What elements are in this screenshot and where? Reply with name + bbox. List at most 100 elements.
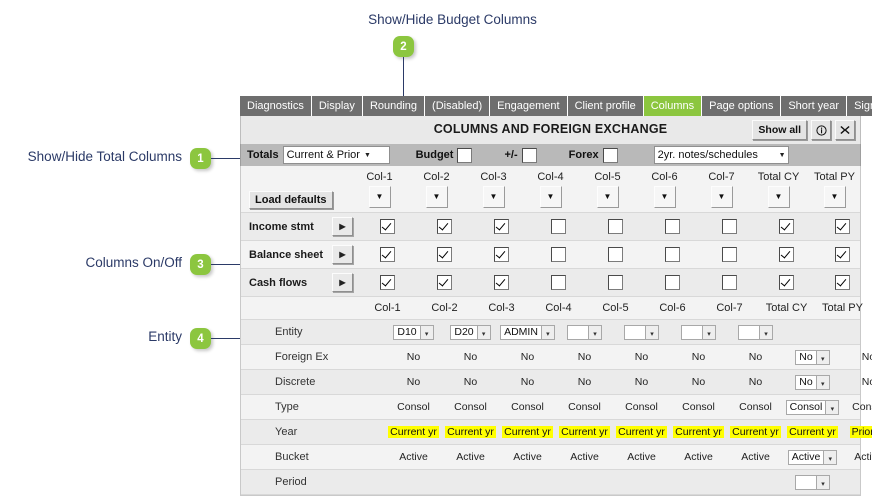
attribute-value-text bbox=[567, 324, 588, 340]
totals-select[interactable]: Current & Prior ▼ bbox=[282, 146, 390, 164]
attribute-value-select[interactable]: ▾ bbox=[738, 324, 773, 340]
load-defaults-button[interactable]: Load defaults bbox=[249, 190, 333, 209]
column-enable-checkbox[interactable] bbox=[835, 219, 850, 234]
attribute-value-select[interactable]: No ▾ bbox=[795, 349, 830, 365]
column-enable-checkbox[interactable] bbox=[722, 275, 737, 290]
column-enable-checkbox[interactable] bbox=[551, 247, 566, 262]
statement-row-label-cell: Balance sheet ▶ bbox=[241, 245, 359, 264]
column-enable-checkbox[interactable] bbox=[835, 247, 850, 262]
expand-row-button[interactable]: ▶ bbox=[332, 217, 353, 236]
attribute-value-select[interactable]: Consol ▾ bbox=[785, 399, 840, 415]
tab-short-year[interactable]: Short year bbox=[781, 96, 848, 116]
attribute-value-text: No bbox=[463, 351, 478, 363]
attribute-value-select[interactable]: ▾ bbox=[624, 324, 659, 340]
columns-grid: Load defaults Col-1 ▼ Col-2 ▼ Col-3 ▼ Col-4 ▼ Col… bbox=[240, 166, 872, 496]
column-enable-checkbox[interactable] bbox=[835, 275, 850, 290]
expand-row-button[interactable]: ▶ bbox=[332, 245, 353, 264]
attribute-value-select[interactable]: ▾ bbox=[567, 324, 602, 340]
attribute-value-select[interactable]: ▾ bbox=[681, 324, 716, 340]
column-menu-button[interactable]: ▼ bbox=[368, 185, 391, 208]
attribute-value-text: No bbox=[795, 349, 816, 365]
close-icon[interactable] bbox=[835, 120, 855, 140]
column-enable-checkbox[interactable] bbox=[722, 247, 737, 262]
column-menu-button[interactable]: ▼ bbox=[482, 185, 505, 208]
notes-schedules-value: 2yr. notes/schedules bbox=[657, 149, 758, 161]
attribute-value-select[interactable]: ADMIN ▾ bbox=[500, 324, 555, 340]
attribute-value-text: Active bbox=[513, 451, 542, 463]
column-enable-checkbox[interactable] bbox=[779, 219, 794, 234]
column-menu-button[interactable]: ▼ bbox=[596, 185, 619, 208]
column-enable-checkbox[interactable] bbox=[494, 219, 509, 234]
column-header-label: Col-1 bbox=[374, 302, 401, 314]
attribute-value-select[interactable]: ▾ bbox=[795, 474, 830, 490]
column-enable-checkbox[interactable] bbox=[779, 247, 794, 262]
callout-label-3: Columns On/Off bbox=[85, 255, 182, 270]
column-enable-checkbox[interactable] bbox=[437, 275, 452, 290]
attribute-value-text: No bbox=[748, 376, 763, 388]
attribute-row: Type Consol Consol Consol Consol Consol Consol… bbox=[241, 395, 872, 420]
forex-checkbox[interactable] bbox=[602, 147, 618, 163]
tab-client-profile[interactable]: Client profile bbox=[567, 96, 644, 116]
statement-toggle-row: Income stmt ▶ bbox=[241, 213, 860, 241]
column-enable-checkbox[interactable] bbox=[665, 275, 680, 290]
column-menu-button[interactable]: ▼ bbox=[425, 185, 448, 208]
column-enable-checkbox[interactable] bbox=[665, 247, 680, 262]
column-header-label: Total PY bbox=[814, 170, 855, 183]
attribute-value-text: Current yr bbox=[445, 426, 496, 438]
column-enable-checkbox[interactable] bbox=[608, 275, 623, 290]
chevron-down-icon: ▾ bbox=[816, 474, 830, 490]
column-enable-checkbox[interactable] bbox=[494, 275, 509, 290]
tab-display[interactable]: Display bbox=[311, 96, 363, 116]
column-menu-button[interactable]: ▼ bbox=[767, 185, 790, 208]
column-enable-checkbox[interactable] bbox=[551, 219, 566, 234]
attribute-value-text: No bbox=[634, 351, 649, 363]
chevron-down-icon: ▾ bbox=[825, 399, 840, 415]
tab-signature-lines[interactable]: Signature lines bbox=[847, 96, 872, 116]
column-enable-checkbox[interactable] bbox=[779, 275, 794, 290]
column-menu-button[interactable]: ▼ bbox=[539, 185, 562, 208]
tab-page-options[interactable]: Page options bbox=[702, 96, 782, 116]
expand-row-button[interactable]: ▶ bbox=[332, 273, 353, 292]
attribute-value-select[interactable]: No ▾ bbox=[795, 374, 830, 390]
tab-disabled[interactable]: (Disabled) bbox=[425, 96, 491, 116]
column-enable-checkbox[interactable] bbox=[722, 219, 737, 234]
show-all-button[interactable]: Show all bbox=[752, 120, 807, 140]
attribute-value-text: Current yr bbox=[730, 426, 781, 438]
attribute-value-text: Consol bbox=[682, 401, 715, 413]
column-enable-checkbox[interactable] bbox=[608, 247, 623, 262]
column-menu-button[interactable]: ▼ bbox=[653, 185, 676, 208]
tab-rounding[interactable]: Rounding bbox=[362, 96, 426, 116]
column-menu-button[interactable]: ▼ bbox=[710, 185, 733, 208]
attribute-value-text: Consol bbox=[739, 401, 772, 413]
attribute-row: Year Current yr Current yr Current yr Curren… bbox=[241, 420, 872, 445]
attribute-column-header-row: Col-1 Col-2 Col-3 Col-4 Col-5 Col-6 Col-7 Total… bbox=[241, 297, 863, 320]
column-menu-button[interactable]: ▼ bbox=[823, 185, 846, 208]
info-icon[interactable] bbox=[811, 120, 831, 140]
column-enable-checkbox[interactable] bbox=[494, 247, 509, 262]
column-enable-checkbox[interactable] bbox=[608, 219, 623, 234]
notes-schedules-select[interactable]: 2yr. notes/schedules ▼ bbox=[653, 146, 789, 164]
tab-columns[interactable]: Columns bbox=[643, 96, 703, 116]
column-enable-checkbox[interactable] bbox=[380, 275, 395, 290]
attribute-value-text: Active bbox=[627, 451, 656, 463]
attribute-value-select[interactable]: D10 ▾ bbox=[393, 324, 434, 340]
column-enable-checkbox[interactable] bbox=[380, 247, 395, 262]
plusminus-checkbox[interactable] bbox=[521, 147, 537, 163]
column-enable-checkbox[interactable] bbox=[380, 219, 395, 234]
tab-engagement[interactable]: Engagement bbox=[490, 96, 568, 116]
budget-checkbox[interactable] bbox=[457, 147, 473, 163]
attribute-value-select[interactable]: Active ▾ bbox=[787, 449, 838, 465]
column-enable-checkbox[interactable] bbox=[551, 275, 566, 290]
column-enable-checkbox[interactable] bbox=[437, 247, 452, 262]
callout-badge-1: 1 bbox=[190, 148, 211, 169]
tab-diagnostics[interactable]: Diagnostics bbox=[240, 96, 312, 116]
attribute-row-label: Foreign Ex bbox=[275, 351, 329, 363]
window-title-bar: COLUMNS AND FOREIGN EXCHANGE Show all bbox=[240, 116, 861, 144]
attribute-value-select[interactable]: D20 ▾ bbox=[450, 324, 491, 340]
attribute-row-label-cell: Discrete bbox=[241, 376, 385, 388]
column-enable-checkbox[interactable] bbox=[437, 219, 452, 234]
attribute-value-text: D20 bbox=[450, 324, 477, 340]
column-enable-checkbox[interactable] bbox=[665, 219, 680, 234]
attribute-value-text: No bbox=[520, 376, 535, 388]
attribute-value-text: Active bbox=[684, 451, 713, 463]
